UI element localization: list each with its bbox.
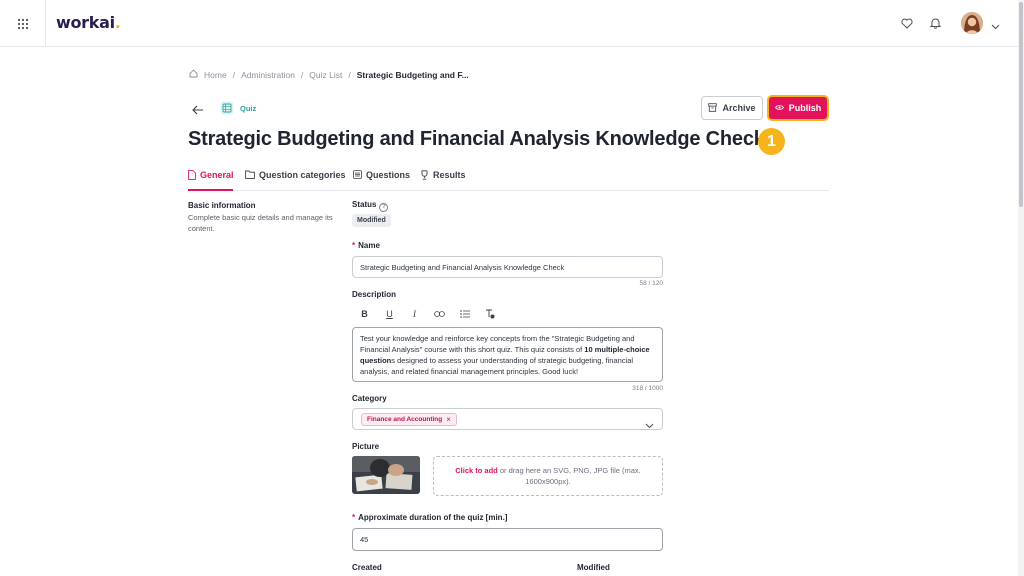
scrollbar-thumb[interactable] <box>1019 2 1023 207</box>
section-description: Complete basic quiz details and manage i… <box>188 213 333 233</box>
file-icon <box>188 170 196 182</box>
folder-icon <box>245 170 255 181</box>
heart-icon[interactable] <box>899 15 915 31</box>
tab-question-categories[interactable]: Question categories <box>245 170 346 191</box>
tab-label: Questions <box>366 170 411 180</box>
publish-button[interactable]: Publish <box>767 95 829 121</box>
trophy-icon <box>420 170 429 182</box>
category-select[interactable]: Finance and Accounting × <box>352 408 663 430</box>
list-icon <box>353 170 362 181</box>
tab-label: Results <box>433 170 466 180</box>
breadcrumb-separator: / <box>300 69 304 80</box>
tab-general[interactable]: General <box>188 170 234 191</box>
created-label: Created <box>352 563 382 572</box>
name-char-counter: 58 / 120 <box>639 280 664 287</box>
italic-button[interactable]: I <box>402 306 427 322</box>
publish-button-label: Publish <box>788 103 822 113</box>
modified-label: Modified <box>577 563 610 572</box>
archive-button[interactable]: Archive <box>701 96 763 120</box>
underline-button[interactable]: U <box>377 306 402 322</box>
bold-button[interactable]: B <box>352 306 377 322</box>
tab-questions[interactable]: Questions <box>353 170 410 191</box>
description-textarea[interactable]: Test your knowledge and reinforce key co… <box>352 327 663 382</box>
breadcrumb-quiz-list[interactable]: Quiz List <box>309 70 342 80</box>
duration-input[interactable]: 45 <box>352 528 663 551</box>
help-icon[interactable]: ? <box>379 203 389 212</box>
quiz-icon <box>220 101 234 115</box>
category-label: Category <box>352 394 387 403</box>
apps-grid-icon[interactable] <box>0 0 46 47</box>
publish-icon <box>774 103 784 113</box>
quiz-type-chip: Quiz <box>220 100 256 116</box>
archive-icon <box>708 102 718 114</box>
scrollbar[interactable] <box>1018 0 1024 576</box>
back-arrow-icon[interactable] <box>192 102 206 115</box>
breadcrumb: Home / Administration / Quiz List / Stra… <box>189 69 469 80</box>
top-bar: workai. <box>0 0 1024 47</box>
page-title: Strategic Budgeting and Financial Analys… <box>188 128 765 150</box>
breadcrumb-current: Strategic Budgeting and F... <box>356 69 469 80</box>
archive-button-label: Archive <box>722 103 756 113</box>
click-to-add-link[interactable]: Click to add <box>455 466 498 475</box>
name-input[interactable]: Strategic Budgeting and Financial Analys… <box>352 256 663 278</box>
link-icon[interactable] <box>427 306 452 322</box>
breadcrumb-home[interactable]: Home <box>204 70 227 80</box>
quiz-chip-label: Quiz <box>240 103 257 113</box>
bullet-list-icon[interactable] <box>452 306 477 322</box>
dropzone-hint: or drag here an SVG, PNG, JPG file (max.… <box>497 466 641 486</box>
status-label: Status? <box>352 200 389 212</box>
bell-icon[interactable] <box>927 15 943 31</box>
step-marker: 1 <box>758 128 785 155</box>
tab-results[interactable]: Results <box>420 170 466 191</box>
home-icon[interactable] <box>189 69 198 80</box>
picture-thumbnail[interactable] <box>352 456 420 494</box>
name-label: * Name <box>352 241 380 250</box>
category-chip: Finance and Accounting × <box>361 413 457 426</box>
rich-text-toolbar: B U I <box>352 306 502 322</box>
tab-bar: General Question categories Questions Re… <box>188 170 829 191</box>
breadcrumb-separator: / <box>232 69 236 80</box>
tab-label: Question categories <box>259 170 346 180</box>
section-title: Basic information <box>188 201 256 210</box>
picture-label: Picture <box>352 442 380 451</box>
chevron-down-icon[interactable] <box>991 17 1000 35</box>
duration-label: * Approximate duration of the quiz [min.] <box>352 513 508 522</box>
app-logo[interactable]: workai. <box>56 13 121 32</box>
chevron-down-icon[interactable] <box>645 416 654 434</box>
status-badge: Modified <box>352 214 391 227</box>
tab-label: General <box>200 170 234 180</box>
breadcrumb-administration[interactable]: Administration <box>241 70 295 80</box>
breadcrumb-separator: / <box>348 69 351 80</box>
clear-format-icon[interactable] <box>477 306 502 322</box>
description-char-counter: 318 / 1000 <box>632 385 663 392</box>
avatar[interactable] <box>961 12 983 34</box>
file-dropzone[interactable]: Click to add or drag here an SVG, PNG, J… <box>433 456 663 496</box>
remove-chip-icon[interactable]: × <box>446 415 451 424</box>
description-label: Description <box>352 290 397 299</box>
